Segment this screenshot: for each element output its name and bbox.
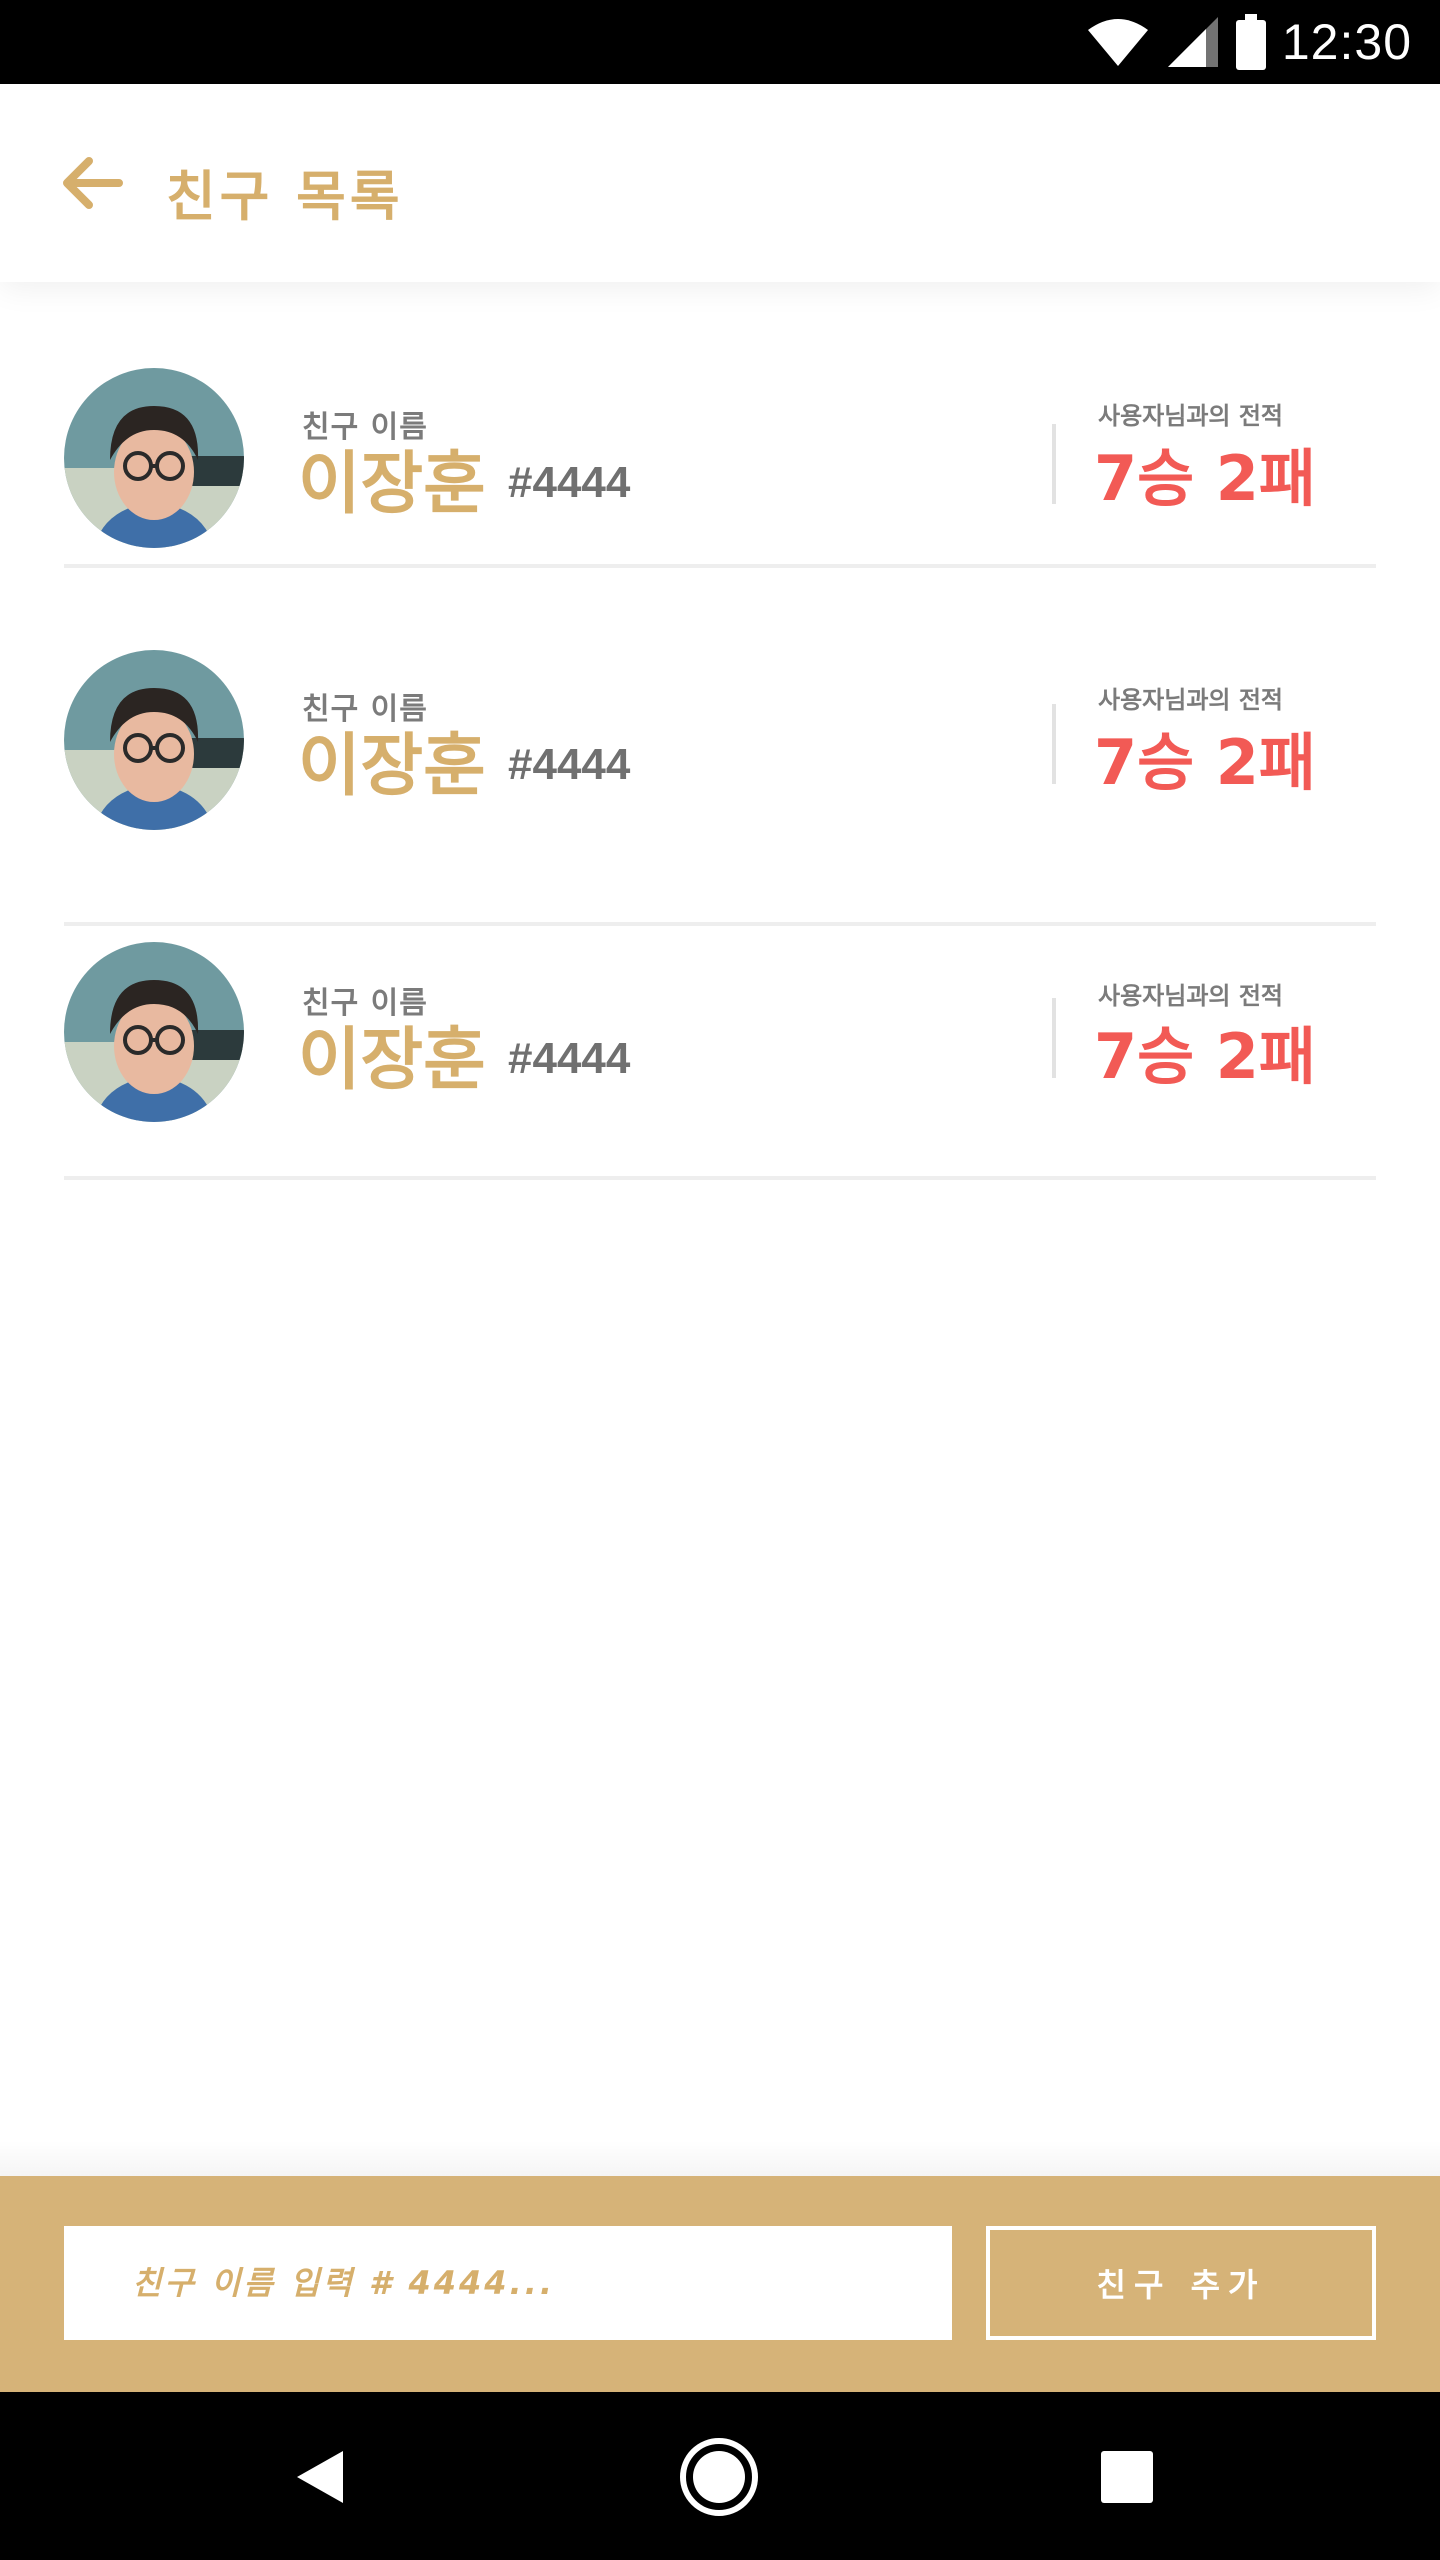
status-icons: 12:30 bbox=[1086, 0, 1412, 84]
friend-row[interactable]: 친구 이름 이장훈 #4444 사용자님과의 전적 7승 2패 bbox=[64, 646, 1376, 926]
row-divider bbox=[64, 1176, 1376, 1180]
arrow-back-icon bbox=[63, 157, 123, 209]
nav-recents-button[interactable] bbox=[1082, 2432, 1172, 2522]
friend-search-input[interactable] bbox=[64, 2226, 952, 2340]
friend-tag: #4444 bbox=[508, 1034, 631, 1083]
row-divider bbox=[64, 922, 1376, 926]
avatar bbox=[64, 368, 244, 548]
nav-home-button[interactable] bbox=[674, 2432, 764, 2522]
add-friend-button[interactable]: 친구 추가 bbox=[986, 2226, 1376, 2340]
back-button[interactable] bbox=[56, 150, 128, 216]
row-divider bbox=[64, 564, 1376, 568]
avatar bbox=[64, 650, 244, 830]
friends-list-screen: 12:30 친구 목록 친구 이름 이장훈 #4444 사용자님과의 전적 7승… bbox=[0, 0, 1440, 2560]
avatar bbox=[64, 942, 244, 1122]
battery-icon bbox=[1235, 14, 1266, 70]
app-bar: 친구 목록 bbox=[0, 84, 1440, 282]
record-divider bbox=[1052, 704, 1056, 784]
page-title: 친구 목록 bbox=[166, 165, 404, 228]
friend-name: 이장훈 bbox=[298, 445, 486, 524]
nav-home-icon bbox=[680, 2438, 758, 2516]
record-value: 7승 2패 bbox=[1094, 726, 1316, 799]
record-value: 7승 2패 bbox=[1094, 1020, 1316, 1093]
friend-name: 이장훈 bbox=[298, 1021, 486, 1100]
status-bar: 12:30 bbox=[0, 0, 1440, 84]
nav-back-icon bbox=[297, 2451, 343, 2503]
nav-recents-icon bbox=[1101, 2451, 1153, 2503]
navigation-bar bbox=[0, 2392, 1440, 2560]
friend-row[interactable]: 친구 이름 이장훈 #4444 사용자님과의 전적 7승 2패 bbox=[64, 368, 1376, 568]
cellular-signal-icon bbox=[1167, 17, 1218, 67]
record-caption: 사용자님과의 전적 bbox=[1098, 686, 1283, 714]
add-friend-bar: 친구 추가 bbox=[0, 2176, 1440, 2392]
friend-tag: #4444 bbox=[508, 458, 631, 507]
friend-tag: #4444 bbox=[508, 740, 631, 789]
record-value: 7승 2패 bbox=[1094, 442, 1316, 515]
record-divider bbox=[1052, 998, 1056, 1078]
wifi-icon bbox=[1087, 19, 1148, 66]
friend-row[interactable]: 친구 이름 이장훈 #4444 사용자님과의 전적 7승 2패 bbox=[64, 942, 1376, 1180]
record-divider bbox=[1052, 424, 1056, 504]
status-time: 12:30 bbox=[1281, 14, 1412, 70]
nav-back-button[interactable] bbox=[274, 2432, 364, 2522]
friend-name: 이장훈 bbox=[298, 727, 486, 806]
record-caption: 사용자님과의 전적 bbox=[1098, 402, 1283, 430]
bottom-shadow bbox=[0, 2140, 1440, 2176]
